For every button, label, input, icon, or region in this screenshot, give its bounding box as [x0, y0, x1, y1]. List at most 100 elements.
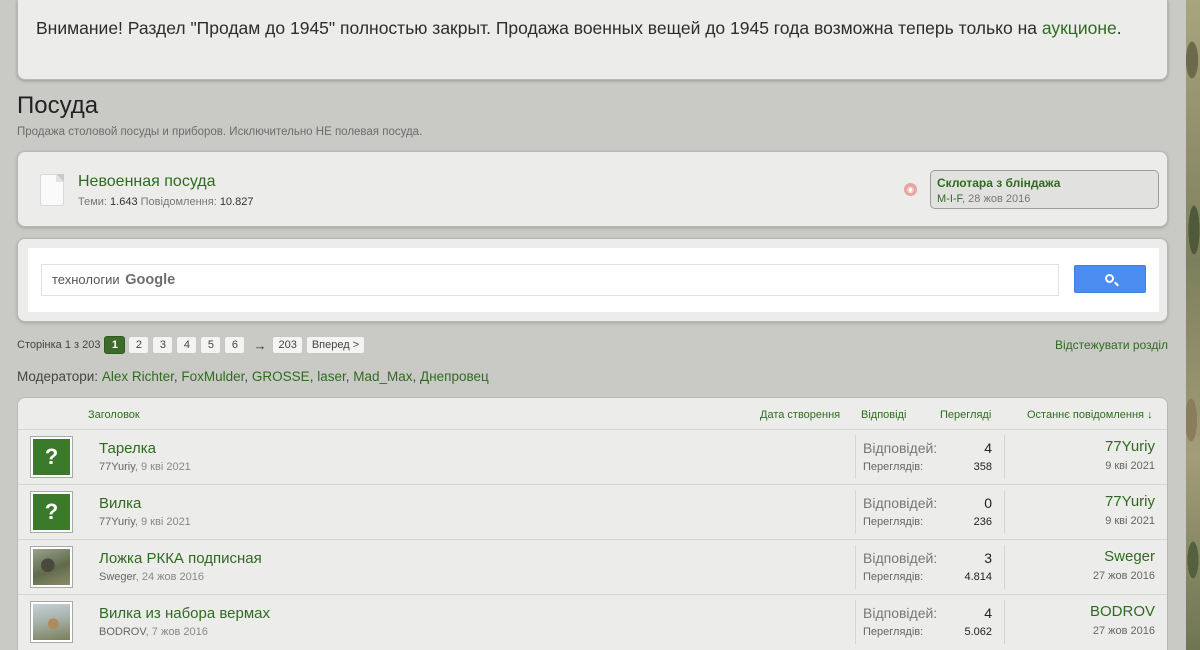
avatar[interactable]: [30, 546, 73, 588]
page-2[interactable]: 2: [128, 336, 150, 354]
thread-date: 7 жов 2016: [151, 626, 208, 638]
search-inner: технологии Google: [28, 248, 1159, 312]
forum-description: Продажа столовой посуды и приборов. Искл…: [17, 126, 423, 138]
question-mark-icon: ?: [33, 494, 70, 530]
last-post-date[interactable]: 9 кві 2021: [1105, 515, 1155, 527]
replies-count: 4: [984, 605, 992, 621]
replies-count: 3: [984, 550, 992, 566]
subforum-block: Невоенная посуда Теми: 1.643 Повідомленн…: [17, 151, 1168, 227]
last-post-date[interactable]: 27 жов 2016: [1093, 625, 1155, 637]
moderators-label: Модератори:: [17, 369, 99, 384]
moderator-link[interactable]: Днепровец: [420, 369, 489, 384]
thread-meta: 77Yuriy, 9 кві 2021: [99, 516, 191, 528]
page-3[interactable]: 3: [152, 336, 174, 354]
thread-stats: Відповідей: 4 Переглядів: 5.062: [855, 600, 1005, 644]
replies-count: 4: [984, 440, 992, 456]
views-label: Переглядів:: [863, 461, 924, 473]
thread-stats: Відповідей: 0 Переглядів: 236: [855, 490, 1005, 534]
header-title[interactable]: Заголовок: [88, 409, 140, 421]
replies-label: Відповідей:: [863, 605, 938, 621]
table-row: Вилка из набора вермах BODROV, 7 жов 201…: [18, 594, 1167, 648]
last-post-date[interactable]: 9 кві 2021: [1105, 460, 1155, 472]
subforum-link[interactable]: Невоенная посуда: [78, 173, 216, 191]
replies-count: 0: [984, 495, 992, 511]
user-photo: [33, 604, 70, 640]
moderator-link[interactable]: FoxMulder: [181, 369, 244, 384]
watch-forum-link[interactable]: Відстежувати розділ: [1055, 338, 1168, 352]
thread-title[interactable]: Вилка: [99, 495, 141, 512]
threads-label: Теми:: [78, 196, 107, 208]
thread-stats: Відповідей: 3 Переглядів: 4.814: [855, 545, 1005, 589]
avatar[interactable]: [30, 601, 73, 643]
last-post-user[interactable]: M-I-F: [937, 193, 962, 205]
closure-notice: Внимание! Раздел "Продам до 1945" полнос…: [17, 0, 1168, 80]
moderator-link[interactable]: Mad_Max: [353, 369, 412, 384]
replies-label: Відповідей:: [863, 550, 938, 566]
search-icon: [1105, 274, 1114, 283]
next-page-button[interactable]: Вперед >: [305, 336, 366, 354]
thread-date: 24 жов 2016: [141, 571, 204, 583]
threads-count: 1.643: [110, 196, 138, 208]
google-search-panel: технологии Google: [17, 238, 1168, 322]
last-post-date[interactable]: 27 жов 2016: [1093, 570, 1155, 582]
user-photo: [33, 549, 70, 585]
pagination-label: Сторінка 1 з 203: [17, 339, 101, 351]
last-post-title[interactable]: Склотара з бліндажа: [937, 176, 1152, 190]
replies-label: Відповідей:: [863, 495, 938, 511]
notice-text: Внимание! Раздел "Продам до 1945" полнос…: [36, 18, 1037, 38]
search-input[interactable]: технологии Google: [41, 264, 1059, 296]
thread-title[interactable]: Ложка РККА подписная: [99, 550, 262, 567]
thread-date: 9 кві 2021: [141, 516, 191, 528]
table-row: ? Тарелка 77Yuriy, 9 кві 2021 Відповідей…: [18, 429, 1167, 483]
thread-author[interactable]: 77Yuriy: [99, 516, 135, 528]
replies-label: Відповідей:: [863, 440, 938, 456]
moderator-link[interactable]: GROSSE: [252, 369, 310, 384]
subforum-last-post[interactable]: Склотара з бліндажа M-I-F, 28 жов 2016: [930, 170, 1159, 209]
avatar[interactable]: ?: [30, 491, 73, 533]
notice-end: .: [1116, 18, 1122, 38]
page-title: Посуда: [17, 92, 99, 119]
page-4[interactable]: 4: [176, 336, 198, 354]
last-post-user[interactable]: 77Yuriy: [1105, 493, 1155, 510]
table-row: Ложка РККА подписная Sweger, 24 жов 2016…: [18, 539, 1167, 593]
thread-author[interactable]: Sweger: [99, 571, 136, 583]
page-5[interactable]: 5: [200, 336, 222, 354]
thread-meta: 77Yuriy, 9 кві 2021: [99, 461, 191, 473]
pagination: Сторінка 1 з 203 1 2 3 4 5 6 → 203 Впере…: [17, 336, 368, 354]
views-label: Переглядів:: [863, 626, 924, 638]
thread-author[interactable]: 77Yuriy: [99, 461, 135, 473]
posts-label: Повідомлення:: [140, 196, 217, 208]
skip-arrow-icon: →: [253, 337, 267, 353]
rss-icon[interactable]: ◉: [904, 183, 917, 196]
table-row: ? Вилка 77Yuriy, 9 кві 2021 Відповідей: …: [18, 484, 1167, 538]
thread-meta: BODROV, 7 жов 2016: [99, 626, 208, 638]
page-last[interactable]: 203: [272, 336, 303, 354]
last-post-meta: M-I-F, 28 жов 2016: [937, 193, 1031, 205]
moderator-link[interactable]: laser: [317, 369, 346, 384]
views-label: Переглядів:: [863, 516, 924, 528]
last-post-user[interactable]: BODROV: [1090, 603, 1155, 620]
page-6[interactable]: 6: [224, 336, 246, 354]
header-replies[interactable]: Відповіді: [861, 409, 906, 421]
last-post-user[interactable]: Sweger: [1104, 548, 1155, 565]
moderator-link[interactable]: Alex Richter: [102, 369, 174, 384]
views-label: Переглядів:: [863, 571, 924, 583]
last-post-user[interactable]: 77Yuriy: [1105, 438, 1155, 455]
moderators: Модератори: Alex Richter, FoxMulder, GRO…: [17, 369, 489, 384]
page-1[interactable]: 1: [104, 336, 126, 354]
thread-title[interactable]: Тарелка: [99, 440, 156, 457]
views-count: 4.814: [964, 571, 992, 583]
views-count: 5.062: [964, 626, 992, 638]
auction-link[interactable]: аукционе: [1042, 18, 1117, 38]
header-created[interactable]: Дата створення: [760, 409, 840, 421]
thread-author[interactable]: BODROV: [99, 626, 146, 638]
views-count: 358: [973, 461, 992, 473]
header-last-post[interactable]: Останнє повідомлення ↓: [1027, 409, 1153, 421]
header-views[interactable]: Перегляді: [940, 409, 991, 421]
thread-title[interactable]: Вилка из набора вермах: [99, 605, 270, 622]
search-button[interactable]: [1074, 265, 1146, 293]
views-count: 236: [973, 516, 992, 528]
avatar[interactable]: ?: [30, 436, 73, 478]
document-icon: [40, 174, 64, 206]
posts-count: 10.827: [219, 196, 254, 208]
